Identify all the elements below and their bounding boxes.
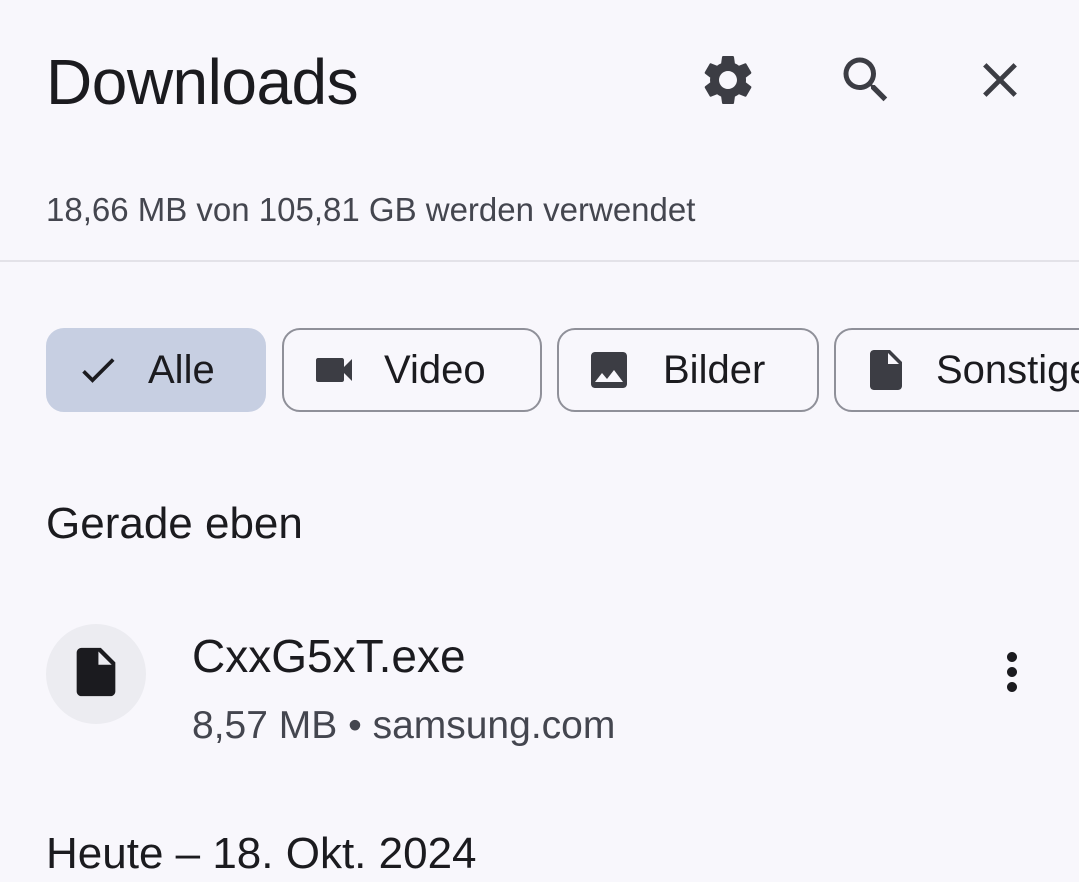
filter-chip-label: Video (384, 347, 486, 392)
file-type-avatar (46, 624, 146, 724)
filter-chips: Alle Video Bilder Sonstige (0, 328, 1079, 418)
section-header: Gerade eben (46, 499, 303, 548)
divider (0, 260, 1079, 262)
more-options-button[interactable] (976, 638, 1048, 710)
settings-button[interactable] (692, 44, 764, 116)
file-name: CxxG5xT.exe (192, 630, 466, 682)
filter-chip-other[interactable]: Sonstige (834, 328, 1079, 412)
page-title: Downloads (46, 46, 359, 118)
video-icon (310, 346, 358, 394)
filter-chip-all[interactable]: Alle (46, 328, 266, 412)
filter-chip-label: Sonstige (936, 347, 1079, 392)
close-icon (971, 51, 1029, 109)
filter-chip-label: Alle (148, 347, 215, 392)
search-button[interactable] (830, 44, 902, 116)
search-icon (836, 50, 896, 110)
gear-icon (698, 50, 758, 110)
section-header: Heute – 18. Okt. 2024 (46, 829, 477, 878)
file-icon (862, 346, 910, 394)
more-vert-icon (982, 642, 1042, 707)
filter-chip-images[interactable]: Bilder (557, 328, 819, 412)
storage-usage-text: 18,66 MB von 105,81 GB werden verwendet (46, 191, 696, 228)
close-button[interactable] (964, 44, 1036, 116)
download-item[interactable]: CxxG5xT.exe 8,57 MB • samsung.com (0, 610, 1079, 750)
check-icon (74, 346, 122, 394)
filter-chip-video[interactable]: Video (282, 328, 542, 412)
image-icon (585, 346, 633, 394)
file-meta: 8,57 MB • samsung.com (192, 704, 616, 747)
app-bar: Downloads (0, 0, 1079, 170)
file-icon (67, 643, 125, 706)
filter-chip-label: Bilder (663, 347, 766, 392)
